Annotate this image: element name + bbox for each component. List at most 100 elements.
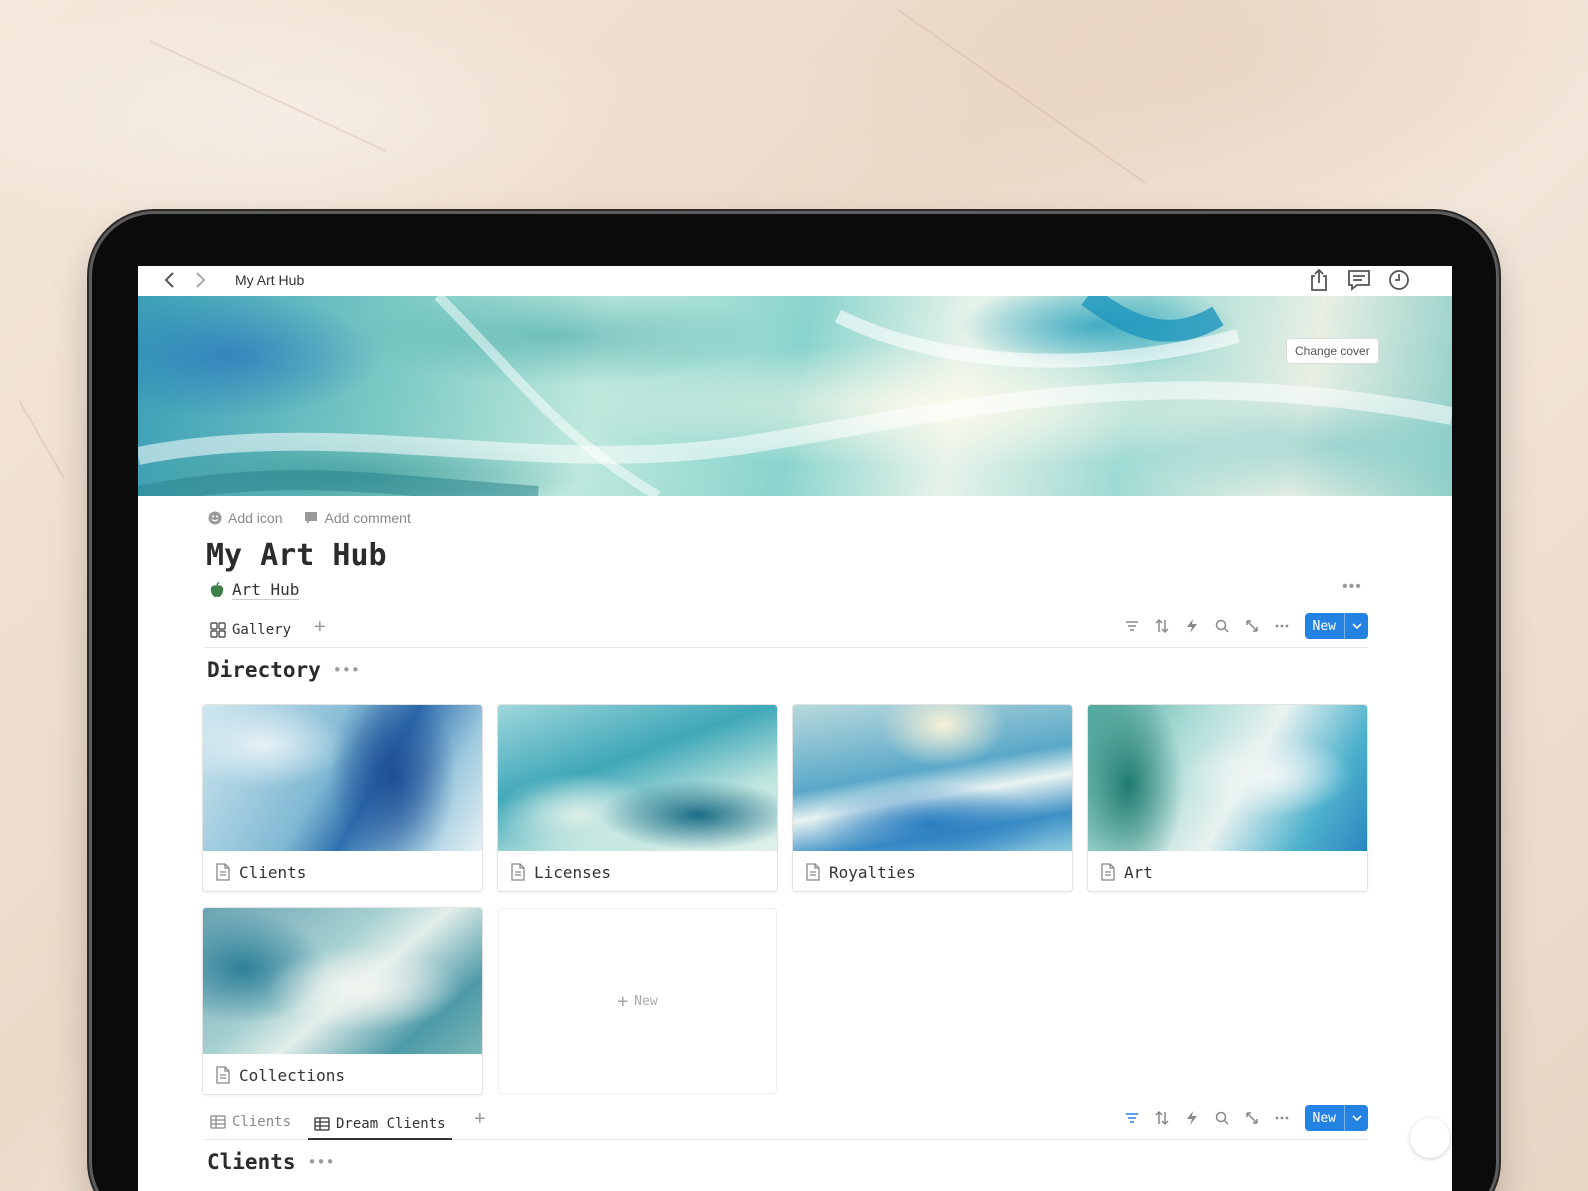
gallery-icon <box>210 622 226 638</box>
section-more-icon[interactable]: ••• <box>333 661 360 679</box>
add-icon-label: Add icon <box>228 510 283 526</box>
clients-title-text: Clients <box>207 1150 296 1174</box>
clients-section-title[interactable]: Clients ••• <box>207 1150 335 1174</box>
background-texture <box>18 400 65 479</box>
search-icon <box>1215 619 1229 633</box>
new-record-button[interactable]: New <box>1304 613 1368 639</box>
add-comment-label: Add comment <box>324 510 411 526</box>
more-options-button[interactable] <box>1267 1104 1297 1132</box>
expand-button[interactable] <box>1237 612 1267 640</box>
more-options-button[interactable] <box>1267 612 1297 640</box>
updates-button[interactable] <box>1386 268 1412 292</box>
add-card-label: New <box>634 993 658 1009</box>
card-title: Licenses <box>534 862 612 882</box>
top-bar: My Art Hub <box>138 266 1452 296</box>
chevron-right-icon <box>196 272 206 288</box>
table-icon <box>210 1115 226 1129</box>
tab-gallery[interactable]: Gallery <box>210 618 291 642</box>
add-view-button[interactable]: + <box>474 1108 486 1131</box>
page-icon <box>806 863 820 881</box>
table-icon <box>314 1117 330 1131</box>
subpage-link[interactable]: Art Hub <box>208 580 300 600</box>
add-icon-button[interactable]: Add icon <box>208 510 282 526</box>
page-cover-image: Change cover <box>138 296 1452 496</box>
forward-button[interactable] <box>190 269 212 291</box>
automation-button[interactable] <box>1177 1104 1207 1132</box>
background-texture <box>149 40 386 152</box>
page-icon <box>1101 863 1115 881</box>
section-more-icon[interactable]: ••• <box>308 1153 335 1171</box>
more-icon <box>1275 1116 1288 1120</box>
sort-icon <box>1154 1110 1169 1126</box>
page-meta-actions: Add icon Add comment <box>208 510 411 526</box>
page-title[interactable]: My Art Hub <box>206 538 387 573</box>
automation-button[interactable] <box>1177 612 1207 640</box>
chevron-left-icon <box>164 272 174 288</box>
directory-view-bar: Gallery + New <box>204 612 1368 648</box>
view-toolbar: New <box>1117 612 1368 640</box>
cover-swirl-art <box>138 296 1452 496</box>
new-dropdown-button[interactable] <box>1344 613 1368 639</box>
new-button-label: New <box>1312 1110 1336 1126</box>
gallery-card-clients[interactable]: Clients <box>202 704 483 892</box>
gallery-card-art[interactable]: Art <box>1087 704 1368 892</box>
smiley-icon <box>208 511 222 525</box>
block-more-icon[interactable]: ••• <box>1342 578 1362 596</box>
lightning-icon <box>1186 1111 1197 1125</box>
page-icon <box>216 1066 230 1084</box>
change-cover-button[interactable]: Change cover <box>1286 338 1379 364</box>
search-button[interactable] <box>1207 1104 1237 1132</box>
gallery-card-royalties[interactable]: Royalties <box>792 704 1073 892</box>
card-title: Royalties <box>829 862 916 882</box>
filter-button[interactable] <box>1117 612 1147 640</box>
chevron-down-icon <box>1351 623 1362 630</box>
comments-icon <box>1348 270 1370 291</box>
breadcrumb[interactable]: My Art Hub <box>235 272 304 288</box>
plus-icon: + <box>617 990 629 1012</box>
share-button[interactable] <box>1306 268 1332 292</box>
directory-section-title[interactable]: Directory ••• <box>207 658 360 682</box>
app-screen: My Art Hub Change cover Add icon Add com… <box>138 266 1452 1191</box>
filter-icon <box>1125 621 1138 631</box>
card-cover-image <box>203 705 482 851</box>
search-icon <box>1215 1111 1229 1125</box>
sort-button[interactable] <box>1147 1104 1177 1132</box>
tab-gallery-label: Gallery <box>232 622 292 638</box>
share-icon <box>1311 268 1327 291</box>
tab-dream-clients-label: Dream Clients <box>336 1116 446 1132</box>
sort-icon <box>1154 618 1169 634</box>
filter-button[interactable] <box>1117 1104 1147 1132</box>
clients-view-bar: Clients Dream Clients + New <box>204 1104 1368 1140</box>
comment-icon <box>305 512 318 524</box>
new-record-button[interactable]: New <box>1304 1105 1368 1131</box>
page-icon <box>216 863 230 881</box>
card-cover-image <box>1088 705 1367 851</box>
card-cover-image <box>793 705 1072 851</box>
add-gallery-card-button[interactable]: + New <box>498 908 777 1094</box>
clock-icon <box>1389 270 1409 290</box>
card-title: Collections <box>239 1065 345 1085</box>
comments-button[interactable] <box>1346 268 1372 292</box>
chevron-down-icon <box>1351 1115 1362 1122</box>
add-view-button[interactable]: + <box>314 616 326 639</box>
apple-icon <box>210 581 224 597</box>
tab-dream-clients[interactable]: Dream Clients <box>308 1110 452 1140</box>
new-dropdown-button[interactable] <box>1344 1105 1368 1131</box>
help-button[interactable] <box>1410 1118 1450 1158</box>
more-icon <box>1275 624 1288 628</box>
gallery-card-collections[interactable]: Collections <box>202 907 483 1095</box>
background-texture <box>898 10 1146 184</box>
card-title: Art <box>1124 862 1153 882</box>
back-button[interactable] <box>158 269 180 291</box>
new-button-label: New <box>1312 618 1336 634</box>
tab-clients[interactable]: Clients <box>210 1110 291 1134</box>
card-title: Clients <box>239 862 307 882</box>
card-cover-image <box>203 908 482 1054</box>
sort-button[interactable] <box>1147 612 1177 640</box>
expand-icon <box>1245 620 1258 632</box>
search-button[interactable] <box>1207 612 1237 640</box>
add-comment-button[interactable]: Add comment <box>304 510 411 526</box>
page-icon <box>511 863 525 881</box>
expand-button[interactable] <box>1237 1104 1267 1132</box>
gallery-card-licenses[interactable]: Licenses <box>497 704 778 892</box>
